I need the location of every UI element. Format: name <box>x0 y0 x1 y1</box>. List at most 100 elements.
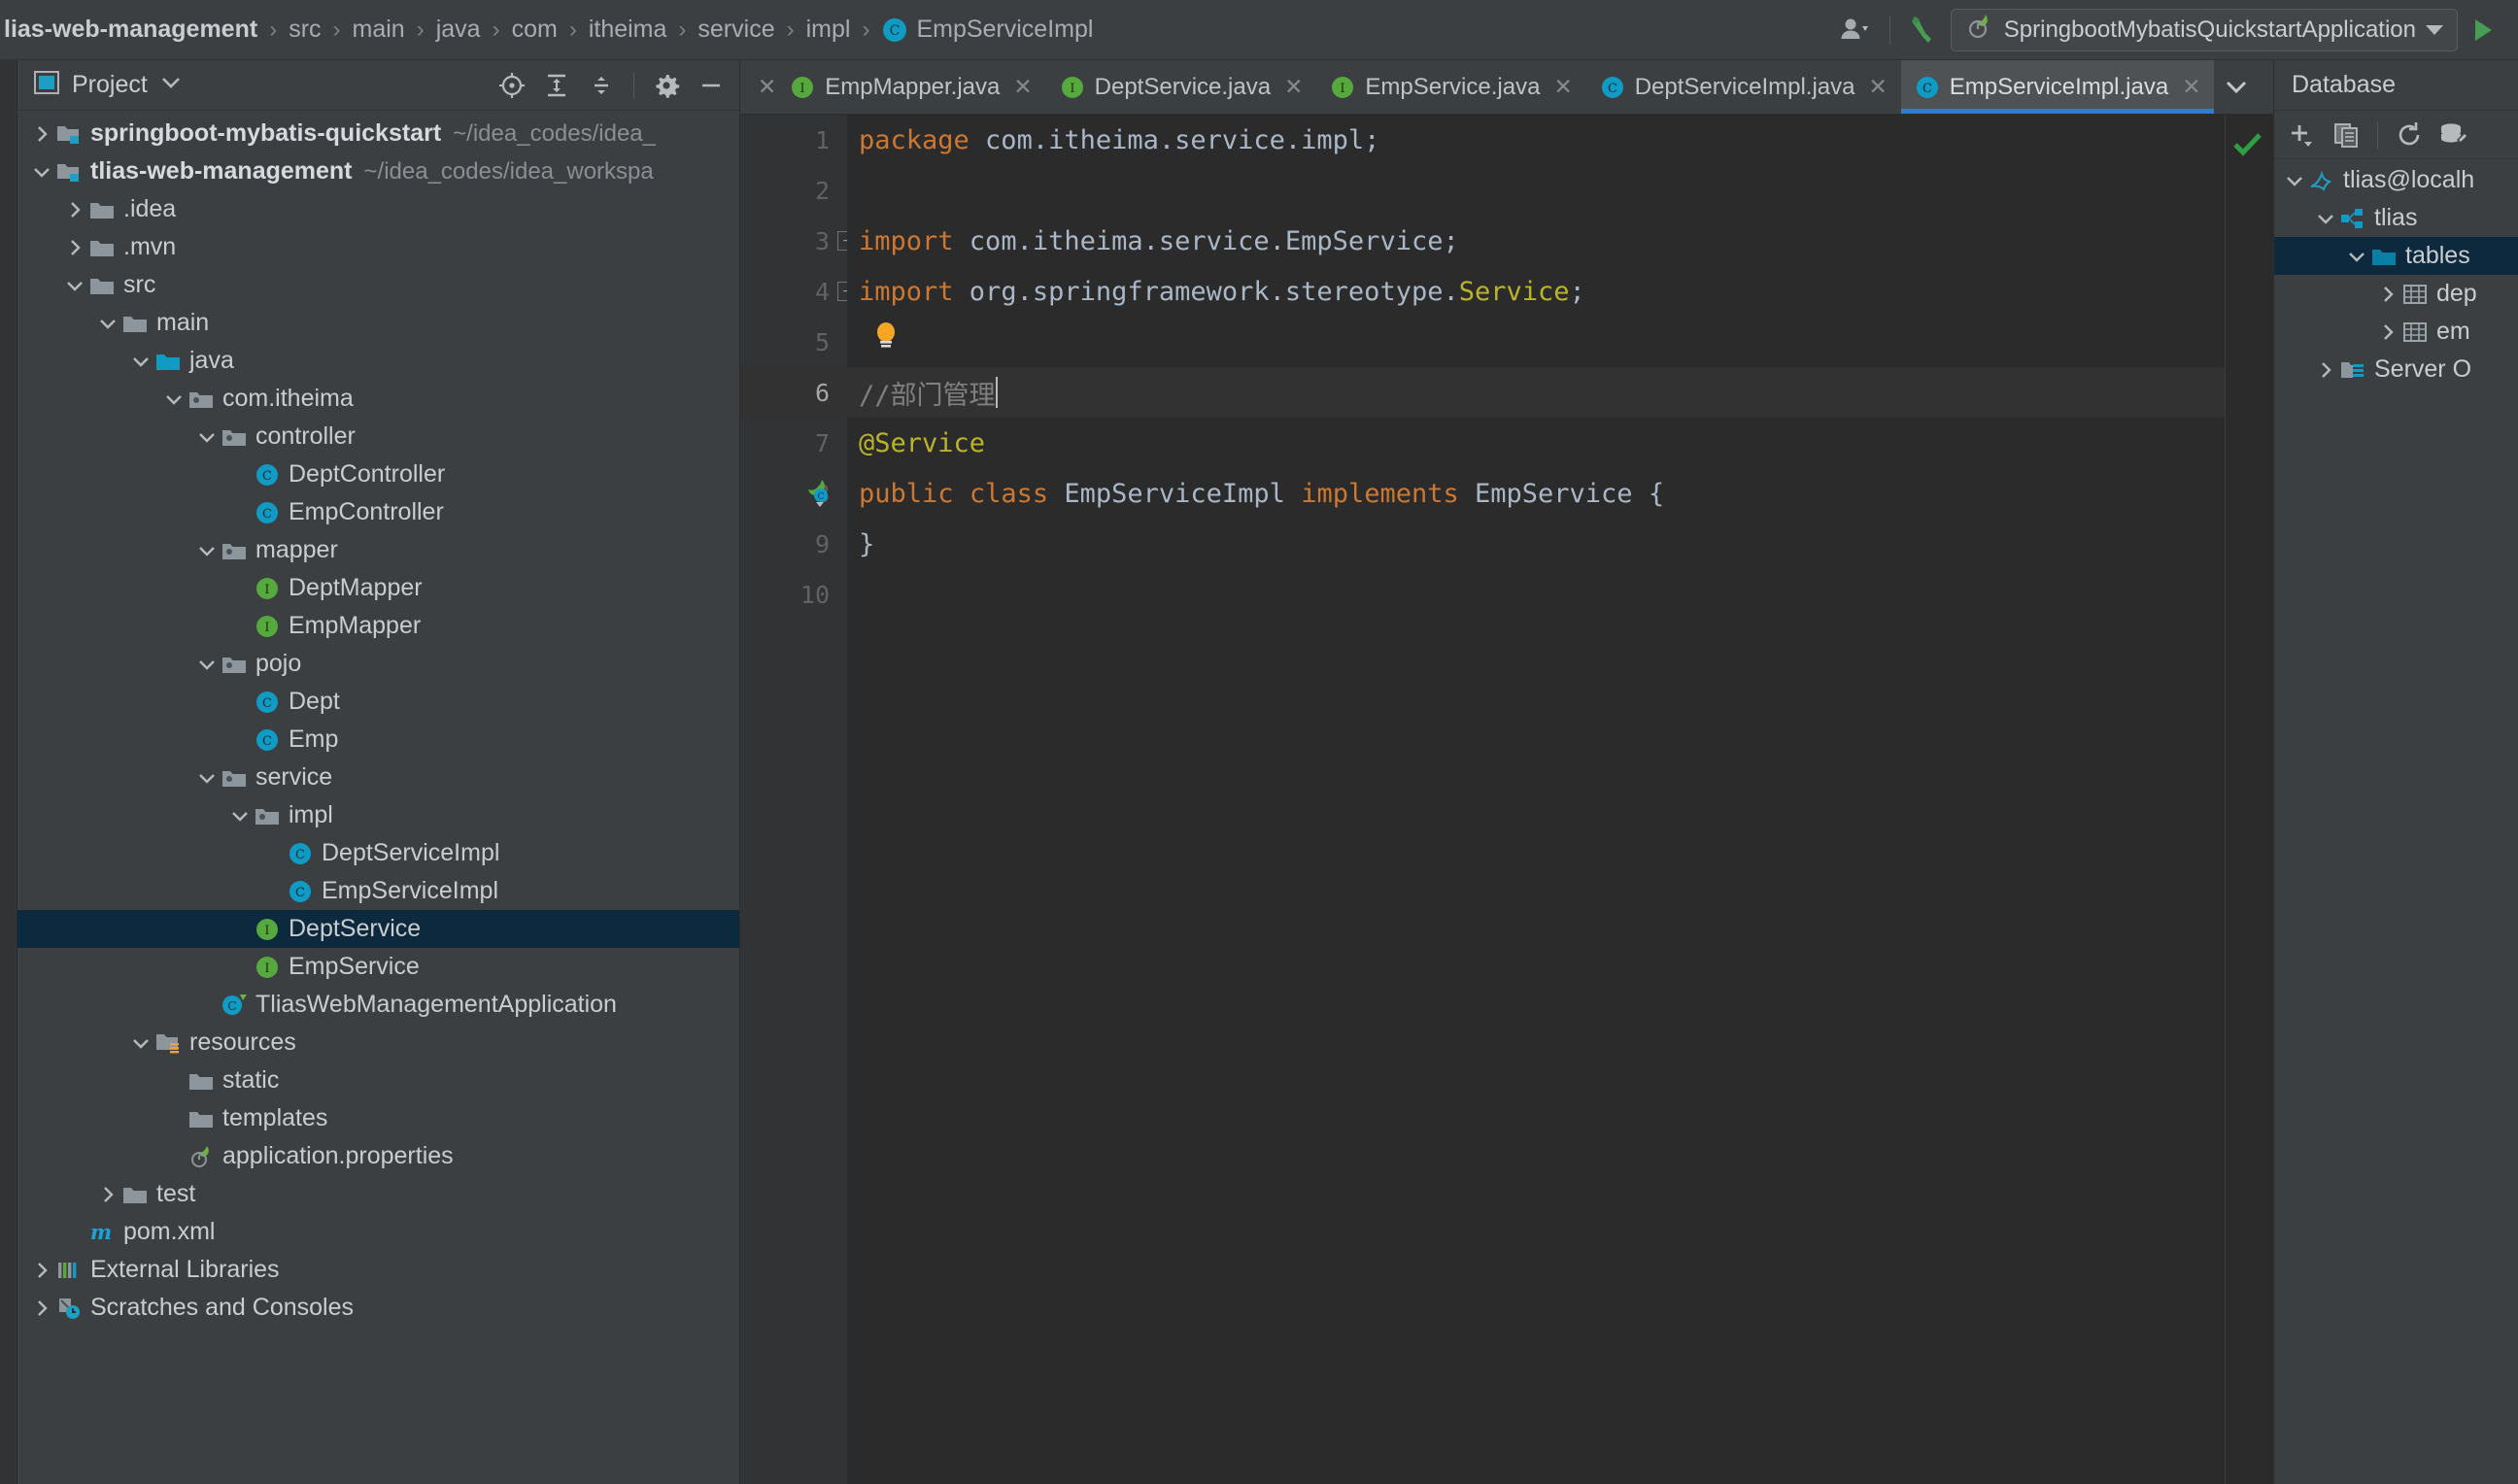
code-line[interactable]: @Service <box>847 418 2225 468</box>
chevron-down-icon[interactable] <box>194 430 220 444</box>
code-line[interactable] <box>847 317 2225 367</box>
code-line[interactable]: import org.springframework.stereotype. Se… <box>847 266 2225 317</box>
duplicate-icon[interactable] <box>2325 114 2367 156</box>
breadcrumb-item[interactable]: C EmpServiceImpl <box>881 16 1093 44</box>
chevron-down-icon[interactable] <box>29 165 54 179</box>
tree-item-java[interactable]: java <box>17 342 739 380</box>
chevron-right-icon[interactable] <box>62 238 87 257</box>
chevron-down-icon[interactable] <box>128 354 153 368</box>
code-line[interactable]: //部门管理 <box>847 367 2225 418</box>
close-icon[interactable]: ✕ <box>1864 74 1890 100</box>
intention-bulb-icon[interactable] <box>872 320 900 352</box>
tree-item-src[interactable]: src <box>17 266 739 304</box>
chevron-down-icon[interactable] <box>62 279 87 292</box>
run-configuration-selector[interactable]: SpringbootMybatisQuickstartApplication <box>1950 8 2458 51</box>
tree-item-springboot-mybatis-quickstart[interactable]: springboot-mybatis-quickstart ~/idea_code… <box>17 115 739 152</box>
chevron-right-icon[interactable] <box>29 1298 54 1318</box>
db-tree-item-tlias-localh[interactable]: tlias@localh <box>2274 161 2518 199</box>
chevron-down-icon[interactable] <box>2313 212 2338 225</box>
tree-item-emp[interactable]: C Emp <box>17 721 739 759</box>
locate-file-icon[interactable] <box>492 65 532 106</box>
tree-item-deptservice[interactable]: I DeptService <box>17 910 739 948</box>
tree-item-deptserviceimpl[interactable]: C DeptServiceImpl <box>17 834 739 872</box>
chevron-right-icon[interactable] <box>2375 322 2400 342</box>
gutter-line-number[interactable]: 2 <box>740 165 847 216</box>
close-icon[interactable]: ✕ <box>1009 74 1036 100</box>
breadcrumb-item[interactable]: com <box>512 16 558 44</box>
gutter-line-number[interactable]: 7 <box>740 418 847 468</box>
db-tree-item-server-o[interactable]: Server O <box>2274 351 2518 388</box>
code-line[interactable]: public class EmpServiceImpl implements E… <box>847 468 2225 519</box>
chevron-down-icon[interactable] <box>194 771 220 785</box>
code-line[interactable]: import com.itheima.service.EmpService; <box>847 216 2225 266</box>
tree-item-application-properties[interactable]: application.properties <box>17 1137 739 1175</box>
editor-tab-deptserviceimpl-java[interactable]: C DeptServiceImpl.java ✕ <box>1586 60 1901 114</box>
tree-item-empcontroller[interactable]: C EmpController <box>17 493 739 531</box>
breadcrumb-item[interactable]: service <box>698 16 774 44</box>
tree-item-service[interactable]: service <box>17 759 739 796</box>
add-new-icon[interactable] <box>2280 114 2323 156</box>
run-play-icon[interactable] <box>2458 9 2508 51</box>
tree-item-empserviceimpl[interactable]: C EmpServiceImpl <box>17 872 739 910</box>
chevron-down-icon[interactable] <box>194 544 220 557</box>
db-tree-item-em[interactable]: em <box>2274 313 2518 351</box>
tree-item-external-libraries[interactable]: External Libraries <box>17 1251 739 1289</box>
close-icon[interactable]: ✕ <box>1549 74 1576 100</box>
db-settings-icon[interactable] <box>2433 114 2475 156</box>
chevron-right-icon[interactable] <box>95 1185 120 1204</box>
tree-item-tliaswebmanagementapplication[interactable]: C TliasWebManagementApplication <box>17 986 739 1024</box>
chevron-right-icon[interactable] <box>2375 285 2400 304</box>
breadcrumb-item[interactable]: main <box>353 16 405 44</box>
chevron-down-icon[interactable] <box>95 317 120 330</box>
chevron-down-icon[interactable] <box>2426 24 2443 35</box>
breadcrumb-item[interactable]: impl <box>806 16 851 44</box>
left-tool-strip[interactable] <box>0 60 17 1484</box>
collapse-all-icon[interactable] <box>581 65 622 106</box>
editor-tab-empservice-java[interactable]: I EmpService.java ✕ <box>1316 60 1585 114</box>
db-tree-item-dep[interactable]: dep <box>2274 275 2518 313</box>
db-tree-item-tables[interactable]: tables <box>2274 237 2518 275</box>
user-icon[interactable] <box>1829 9 1882 51</box>
gutter-line-number[interactable]: 10 <box>740 569 847 620</box>
code-line[interactable] <box>847 165 2225 216</box>
gutter-line-number[interactable]: 3− <box>740 216 857 266</box>
tree-item-empservice[interactable]: I EmpService <box>17 948 739 986</box>
chevron-right-icon[interactable] <box>62 200 87 219</box>
close-icon[interactable]: ✕ <box>1280 74 1307 100</box>
tree-item-templates[interactable]: templates <box>17 1099 739 1137</box>
gutter-line-number[interactable]: 5 <box>740 317 847 367</box>
gutter-line-number[interactable]: 4− <box>740 266 857 317</box>
spring-bean-icon[interactable]: C <box>806 479 835 508</box>
build-hammer-icon[interactable] <box>1898 9 1951 51</box>
chevron-right-icon[interactable] <box>29 124 54 144</box>
tree-item-pojo[interactable]: pojo <box>17 645 739 683</box>
code-text-area[interactable]: package com.itheima.service.impl; import … <box>847 115 2225 1484</box>
chevron-down-icon[interactable] <box>2282 174 2307 187</box>
breadcrumb-item[interactable]: java <box>436 16 481 44</box>
chevron-down-icon[interactable] <box>227 809 253 823</box>
tree-item--mvn[interactable]: .mvn <box>17 228 739 266</box>
breadcrumb-item[interactable]: src <box>289 16 321 44</box>
database-tree[interactable]: tlias@localh tlias tables dep em Server O <box>2274 159 2518 1484</box>
chevron-down-icon[interactable] <box>2344 250 2369 263</box>
project-tree[interactable]: springboot-mybatis-quickstart ~/idea_code… <box>17 111 739 1484</box>
tree-item-main[interactable]: main <box>17 304 739 342</box>
editor-tab-empserviceimpl-java[interactable]: C EmpServiceImpl.java ✕ <box>1900 60 2215 114</box>
tree-item-pom-xml[interactable]: m pom.xml <box>17 1213 739 1251</box>
tree-item-impl[interactable]: impl <box>17 796 739 834</box>
check-ok-icon[interactable] <box>2231 130 2264 164</box>
close-icon[interactable]: ✕ <box>2178 74 2204 100</box>
chevron-down-icon[interactable] <box>128 1036 153 1050</box>
tree-item-test[interactable]: test <box>17 1175 739 1213</box>
gutter-line-number[interactable]: 8C <box>740 468 847 519</box>
close-icon[interactable]: ✕ <box>754 74 780 100</box>
db-tree-item-tlias[interactable]: tlias <box>2274 199 2518 237</box>
breadcrumb-item[interactable]: itheima <box>589 16 667 44</box>
tree-item-empmapper[interactable]: I EmpMapper <box>17 607 739 645</box>
chevron-down-icon[interactable] <box>161 392 187 406</box>
settings-gear-icon[interactable] <box>646 65 687 106</box>
chevron-down-icon[interactable] <box>161 76 181 94</box>
code-line[interactable] <box>847 569 2225 620</box>
chevron-right-icon[interactable] <box>29 1261 54 1280</box>
tree-item--idea[interactable]: .idea <box>17 190 739 228</box>
